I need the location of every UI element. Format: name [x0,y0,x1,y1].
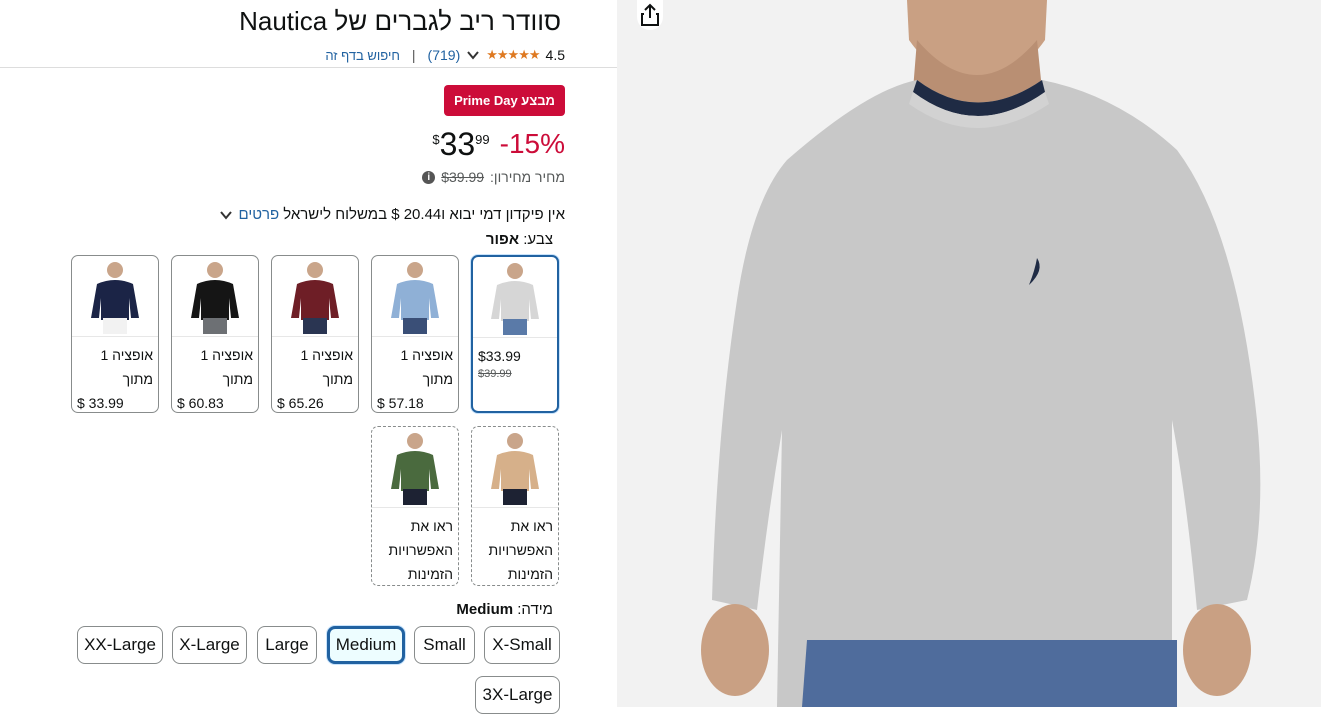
price: $ 33 99 [432,124,489,164]
size-option-3x-large[interactable]: 3X-Large [475,676,560,714]
deal-badge: מבצע Prime Day [444,85,565,116]
swatch-line3: הזמינות [507,566,553,582]
size-label: מידה: Medium [456,601,553,618]
swatch-text: ראו את האפשרויות הזמינות [472,508,558,585]
swatch-text: $33.99 $39.99 [473,338,557,380]
review-count-link[interactable]: (719) [428,47,461,63]
swatch-text: אופציה 1 מתוך $ 33.99 [72,337,158,412]
color-swatch-light-blue[interactable]: אופציה 1 מתוך $ 57.18 [371,255,459,413]
size-label-text: מידה: [517,601,553,618]
swatch-line2: מתוך [322,371,353,387]
list-price-row: מחיר מחירון: $39.99 i [422,169,565,185]
chevron-down-icon[interactable] [466,48,480,62]
swatch-text: ראו את האפשרויות הזמינות [372,508,458,585]
product-main-image [617,0,1321,707]
swatch-line2: מתוך [122,371,153,387]
star-rating-icon[interactable]: ★★★★★ [486,47,540,63]
color-label: צבע: אפור [486,231,553,248]
size-option-x-small[interactable]: X-Small [484,626,560,664]
swatch-text: אופציה 1 מתוך $ 57.18 [372,337,458,412]
color-swatch-navy[interactable]: אופציה 1 מתוך $ 33.99 [71,255,159,413]
rating-row: 4.5 ★★★★★ (719) | חיפוש בדף זה [325,45,565,65]
color-label-text: צבע: [523,231,553,248]
swatch-image [473,257,557,338]
shipping-info: אין פיקדון דמי יבוא ו20.44 $ במשלוח לישר… [218,206,565,223]
discount-percent: -15% [499,128,565,159]
separator: | [411,47,416,63]
chevron-down-icon[interactable] [218,207,234,223]
list-price: $39.99 [441,169,485,185]
product-title: סוודר ריב לגברים של Nautica [239,6,561,36]
color-swatch-black[interactable]: אופציה 1 מתוך $ 60.83 [171,255,259,413]
product-image-panel[interactable] [617,0,1321,707]
product-details-panel: סוודר ריב לגברים של Nautica 4.5 ★★★★★ (7… [0,0,617,714]
swatch-image [72,256,158,337]
swatch-line1: אופציה 1 [400,347,453,363]
shipping-details-link[interactable]: פרטים [238,206,279,223]
share-icon [641,3,659,26]
color-swatch-green[interactable]: ראו את האפשרויות הזמינות [371,426,459,586]
swatch-line2: האפשרויות [388,542,453,558]
swatch-price: $ 33.99 [77,395,124,411]
swatch-line2: מתוך [422,371,453,387]
info-icon[interactable]: i [422,170,436,184]
swatch-price: $ 60.83 [177,395,224,411]
color-swatch-camel[interactable]: ראו את האפשרויות הזמינות [471,426,559,586]
color-swatch-burgundy[interactable]: אופציה 1 מתוך $ 65.26 [271,255,359,413]
list-price-label: מחיר מחירון: [490,169,565,185]
swatch-line1: אופציה 1 [100,347,153,363]
size-option-medium[interactable]: Medium [327,626,405,664]
rating-value: 4.5 [545,47,565,63]
swatch-line1: אופציה 1 [300,347,353,363]
swatch-image [372,256,458,337]
swatch-price: $ 57.18 [377,395,424,411]
swatch-text: אופציה 1 מתוך $ 60.83 [172,337,258,412]
search-page-link[interactable]: חיפוש בדף זה [325,48,400,63]
size-option-small[interactable]: Small [414,626,475,664]
shipping-text: אין פיקדון דמי יבוא ו20.44 $ במשלוח לישר… [283,206,565,223]
swatch-text: אופציה 1 מתוך $ 65.26 [272,337,358,412]
selected-color: אפור [485,231,520,248]
share-button[interactable] [637,0,663,30]
divider [0,67,617,68]
swatch-line1: ראו את [410,518,453,534]
price-currency: $ [432,132,440,147]
price-whole: 33 [439,126,476,162]
swatch-line1: אופציה 1 [200,347,253,363]
selected-size: Medium [456,601,514,618]
swatch-line3: הזמינות [407,566,453,582]
swatch-image [472,427,558,508]
swatch-line2: האפשרויות [488,542,553,558]
price-row: -15% $ 33 99 [432,124,565,164]
swatch-old-price: $39.99 [478,368,512,380]
swatch-line1: ראו את [510,518,553,534]
size-option-x-large[interactable]: X-Large [172,626,247,664]
swatch-price: $33.99 [478,348,521,364]
color-swatch-grey[interactable]: $33.99 $39.99 [471,255,559,413]
size-option-xx-large[interactable]: XX-Large [77,626,163,664]
size-option-large[interactable]: Large [257,626,317,664]
swatch-price: $ 65.26 [277,395,324,411]
swatch-image [272,256,358,337]
swatch-line2: מתוך [222,371,253,387]
price-fraction: 99 [475,132,490,147]
swatch-image [172,256,258,337]
swatch-image [372,427,458,508]
